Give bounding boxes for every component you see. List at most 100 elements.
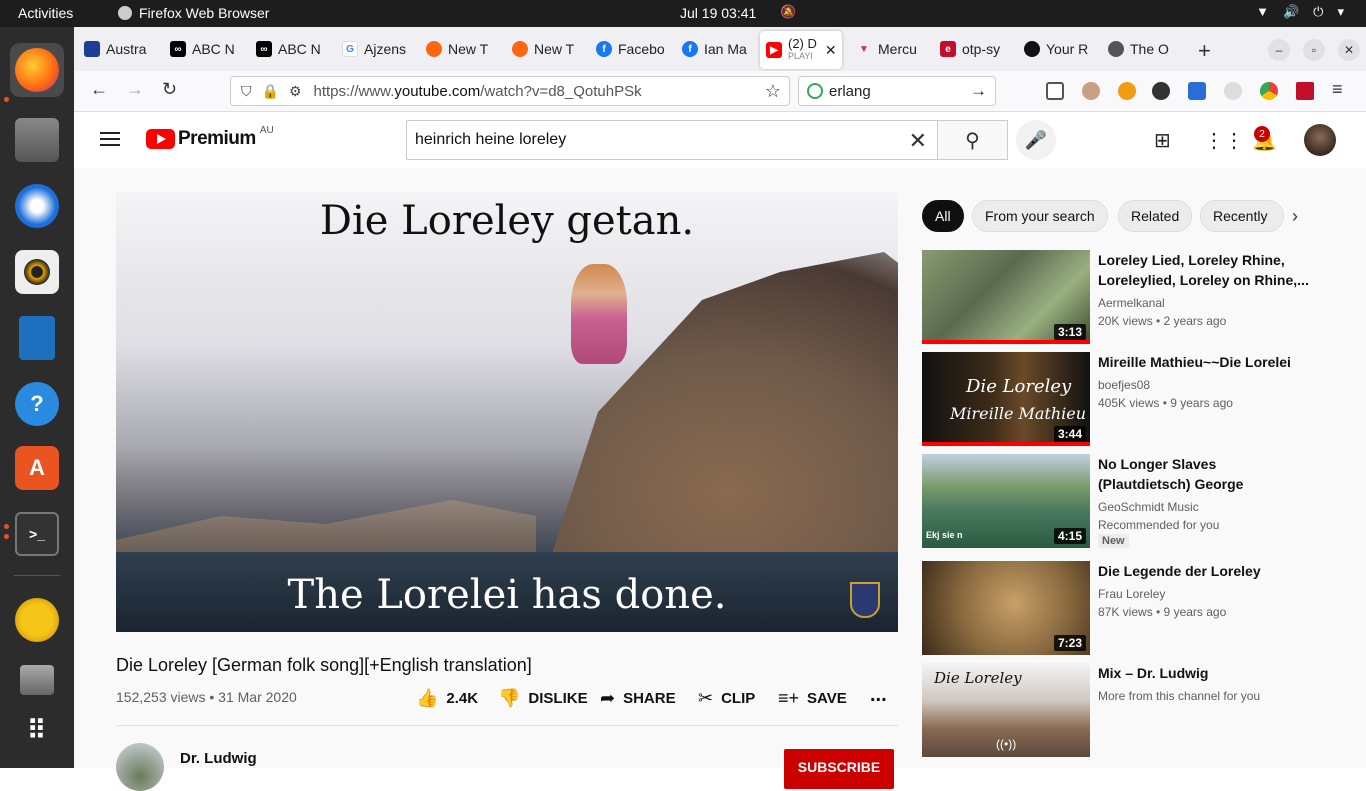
extension-icon[interactable] — [1188, 82, 1206, 100]
youtube-logo[interactable]: Premium AU — [146, 125, 274, 150]
save-button[interactable]: ≡+ SAVE — [778, 688, 847, 709]
dock-files[interactable] — [10, 113, 64, 167]
tab[interactable]: New T — [512, 35, 582, 63]
tab[interactable]: The O — [1108, 35, 1180, 63]
recommendation-item[interactable]: Die Loreley Mireille Mathieu 3:44 Mireil… — [922, 352, 1352, 446]
tab[interactable]: f Ian Ma — [682, 35, 752, 63]
voice-search-button[interactable]: 🎤 — [1016, 120, 1056, 160]
subscribe-button[interactable]: SUBSCRIBE — [784, 749, 894, 789]
close-window-button[interactable]: ✕ — [1338, 39, 1360, 61]
url-text[interactable]: https://www.youtube.com/watch?v=d8_Qotuh… — [314, 83, 642, 100]
reload-button[interactable]: ↻ — [162, 79, 177, 100]
tab-active[interactable]: ▶ (2) D PLAYI ✕ — [760, 31, 842, 69]
recommendation-item[interactable]: 7:23 Die Legende der Loreley Frau Lorele… — [922, 561, 1352, 655]
dock-show-apps[interactable]: ⠿ — [10, 703, 64, 757]
recommendation-channel[interactable]: GeoSchmidt Music — [1098, 500, 1199, 514]
chip-related[interactable]: Related — [1118, 200, 1193, 232]
dock-teapot[interactable] — [10, 593, 64, 647]
chrome-icon[interactable] — [1260, 82, 1278, 100]
dock-app-center[interactable]: A — [10, 441, 64, 495]
dock-firefox[interactable] — [10, 43, 64, 97]
recommendation-title[interactable]: No Longer Slaves (Plautdietsch) George S… — [1098, 454, 1312, 494]
account-avatar[interactable] — [1304, 124, 1336, 156]
channel-watermark-emblem[interactable] — [850, 582, 880, 618]
search-query[interactable]: heinrich heine loreley — [415, 131, 566, 149]
new-tab-button[interactable]: + — [1198, 38, 1211, 64]
recommendation-title[interactable]: Loreley Lied, Loreley Rhine, Loreleylied… — [1098, 250, 1312, 290]
recommendation-channel[interactable]: Frau Loreley — [1098, 587, 1165, 601]
recommendation-title[interactable]: Die Legende der Loreley — [1098, 561, 1312, 581]
search-bar-value[interactable]: erlang — [829, 83, 871, 100]
extension-avatar-icon[interactable] — [1082, 82, 1100, 100]
bookmark-star-icon[interactable]: ☆ — [765, 81, 781, 102]
tab[interactable]: ▼ Mercu — [856, 35, 926, 63]
extension-icon[interactable] — [1152, 82, 1170, 100]
clock[interactable]: Jul 19 03:41 — [680, 5, 756, 21]
menu-icon[interactable]: ≡ — [1332, 79, 1343, 100]
extension-icon[interactable] — [1296, 82, 1314, 100]
chip-recently[interactable]: Recently — [1200, 200, 1284, 232]
create-video-icon[interactable]: ⊞ — [1154, 128, 1171, 153]
recommendation-channel[interactable]: Aermelkanal — [1098, 296, 1165, 310]
permissions-icon[interactable]: ⚙ — [289, 83, 302, 100]
dock-terminal[interactable]: >_ — [10, 507, 64, 561]
forward-button[interactable]: → — [126, 79, 144, 100]
video-player[interactable]: Die Loreley getan. The Lorelei has done. — [116, 192, 898, 632]
shield-icon[interactable]: ⛉ — [241, 83, 252, 100]
video-thumbnail[interactable]: Die Loreley ((•)) — [922, 663, 1090, 757]
video-thumbnail[interactable]: Die Loreley Mireille Mathieu 3:44 — [922, 352, 1090, 446]
tab[interactable]: e otp-sy — [940, 35, 1010, 63]
recommendation-title[interactable]: Mireille Mathieu~~Die Lorelei — [1098, 352, 1312, 372]
video-thumbnail[interactable]: 7:23 — [922, 561, 1090, 655]
chip-from-your-search[interactable]: From your search — [972, 200, 1108, 232]
recommendation-item[interactable]: Ekj sie n 4:15 No Longer Slaves (Plautdi… — [922, 454, 1352, 548]
dock-thunderbird[interactable] — [10, 179, 64, 233]
tab[interactable]: G Ajzens — [342, 35, 412, 63]
search-engine-icon[interactable] — [807, 83, 823, 99]
like-button[interactable]: 👍 2.4K — [416, 688, 478, 709]
video-thumbnail[interactable]: Ekj sie n 4:15 — [922, 454, 1090, 548]
dock-rhythmbox[interactable] — [10, 245, 64, 299]
clear-search-icon[interactable]: ✕ — [909, 128, 927, 154]
recommendation-title[interactable]: Mix – Dr. Ludwig — [1098, 663, 1312, 683]
clip-button[interactable]: ✂ CLIP — [698, 688, 755, 709]
search-bar[interactable]: erlang → — [798, 76, 996, 106]
system-tray[interactable]: ▼ 🔊 ⏻ ▾ — [1256, 4, 1344, 20]
tab[interactable]: Austra — [84, 35, 154, 63]
share-button[interactable]: ➦ SHARE — [600, 688, 676, 709]
extension-icon[interactable] — [1118, 82, 1136, 100]
pocket-icon[interactable] — [1046, 82, 1064, 100]
back-button[interactable]: ← — [90, 79, 108, 100]
dock-storage[interactable] — [10, 653, 64, 707]
channel-name[interactable]: Dr. Ludwig — [180, 750, 257, 767]
recommendation-channel[interactable]: boefjes08 — [1098, 378, 1150, 392]
tab[interactable]: New T — [426, 35, 496, 63]
more-actions-button[interactable]: ... — [870, 684, 887, 707]
recommendation-item[interactable]: 3:13 Loreley Lied, Loreley Rhine, Lorele… — [922, 250, 1352, 344]
search-button[interactable]: ⚲ — [938, 120, 1008, 160]
app-menu[interactable]: Firefox Web Browser — [118, 5, 269, 21]
maximize-button[interactable]: ▫ — [1303, 39, 1325, 61]
chevron-right-icon[interactable]: › — [1292, 206, 1298, 227]
channel-avatar[interactable] — [116, 743, 164, 791]
close-tab-icon[interactable]: ✕ — [825, 42, 837, 59]
tab[interactable]: ∞ ABC N — [256, 35, 326, 63]
search-go-icon[interactable]: → — [970, 81, 987, 101]
video-thumbnail[interactable]: 3:13 — [922, 250, 1090, 344]
hamburger-menu-icon[interactable] — [100, 132, 120, 146]
youtube-search-input[interactable]: heinrich heine loreley ✕ — [406, 120, 938, 160]
apps-grid-icon[interactable]: ⋮⋮ — [1204, 128, 1244, 153]
chip-all[interactable]: All — [922, 200, 964, 232]
tab[interactable]: f Facebo — [596, 35, 666, 63]
tab[interactable]: ∞ ABC N — [170, 35, 240, 63]
extension-icon[interactable] — [1224, 82, 1242, 100]
recommendation-item[interactable]: Die Loreley ((•)) Mix – Dr. Ludwig More … — [922, 663, 1352, 757]
minimize-button[interactable]: – — [1268, 39, 1290, 61]
dislike-button[interactable]: 👎 DISLIKE — [498, 688, 588, 709]
lock-icon[interactable]: 🔒 — [262, 83, 279, 100]
tab[interactable]: Your R — [1024, 35, 1094, 63]
address-bar[interactable]: ⛉ 🔒 ⚙ https://www.youtube.com/watch?v=d8… — [230, 76, 790, 106]
dock-writer[interactable] — [10, 311, 64, 365]
dock-help[interactable]: ? — [10, 377, 64, 431]
activities-button[interactable]: Activities — [18, 5, 73, 21]
